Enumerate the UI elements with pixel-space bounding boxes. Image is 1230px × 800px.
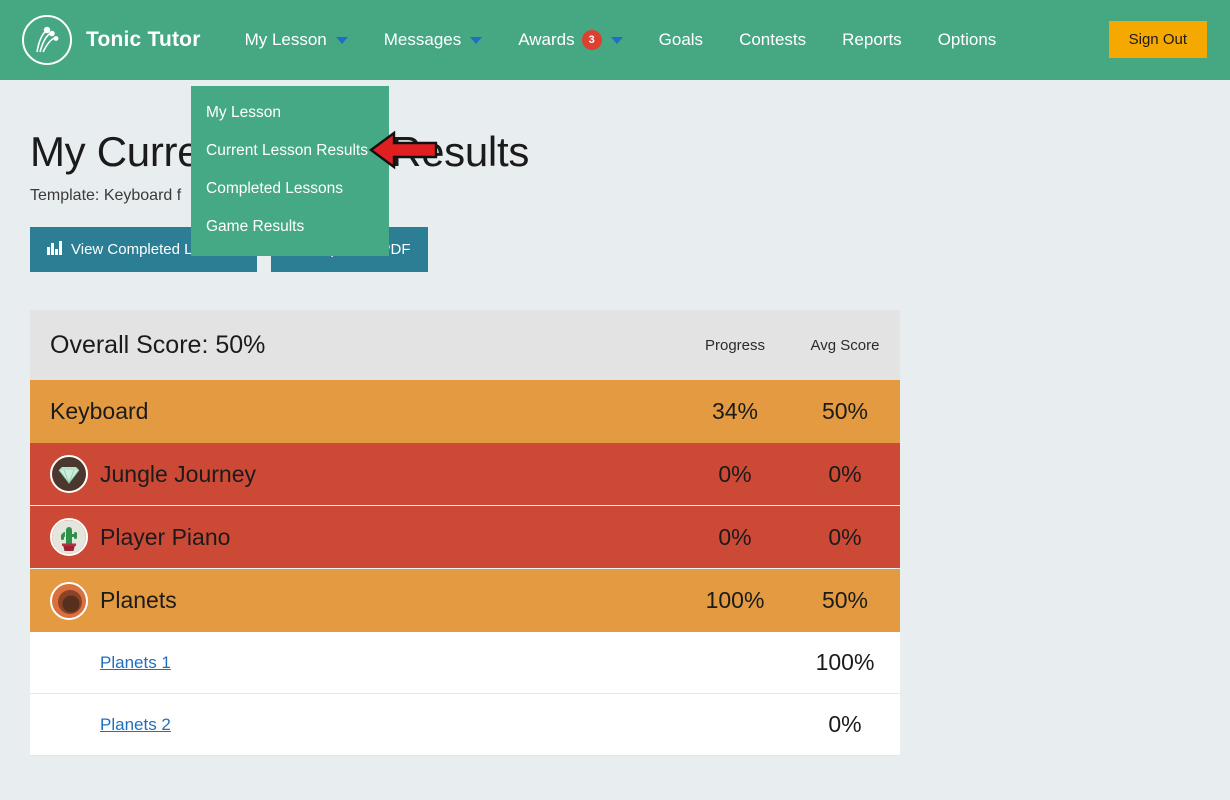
nav-items: My Lesson Messages Awards 3 Goals Contes… [227,0,1015,80]
nav-item-label: Awards [518,0,574,80]
table-row[interactable]: Keyboard 34% 50% [30,380,900,443]
chevron-down-icon [611,37,623,44]
nav-item-label: Reports [842,0,902,80]
avg-score-value: 50% [790,398,900,425]
dropdown-item-current-lesson-results[interactable]: Current Lesson Results [191,132,389,170]
chevron-down-icon [470,37,482,44]
table-row[interactable]: Jungle Journey 0% 0% [30,443,900,506]
game-name: Jungle Journey [100,461,256,488]
table-row[interactable]: Planets 2 0% [30,694,900,756]
progress-value: 0% [680,524,790,551]
avg-score-value: 0% [790,461,900,488]
level-name-cell: Planets 2 [30,715,680,735]
nav-item-messages[interactable]: Messages [366,0,500,80]
dropdown-item-my-lesson[interactable]: My Lesson [191,94,389,132]
awards-count-badge: 3 [582,30,602,50]
level-link[interactable]: Planets 2 [100,715,171,735]
avg-score-value: 50% [790,587,900,614]
progress-value: 100% [680,587,790,614]
avg-score-value: 0% [790,711,900,738]
table-row[interactable]: Planets 100% 50% [30,569,900,632]
nav-item-goals[interactable]: Goals [641,0,721,80]
nav-item-contests[interactable]: Contests [721,0,824,80]
game-name: Player Piano [100,524,230,551]
game-name: Planets [100,587,177,614]
gem-diamond-icon [50,455,88,493]
nav-item-options[interactable]: Options [920,0,1015,80]
sign-out-button[interactable]: Sign Out [1109,21,1207,58]
cactus-icon [50,518,88,556]
game-name-cell: Jungle Journey [50,455,680,493]
results-table-header: Overall Score: 50% Progress Avg Score [30,310,900,380]
tonic-tutor-circle-logo-icon[interactable] [22,15,72,65]
game-name-cell: Planets [50,582,680,620]
progress-value: 0% [680,461,790,488]
dropdown-item-completed-lessons[interactable]: Completed Lessons [191,170,389,208]
overall-score-title: Overall Score: 50% [50,331,680,360]
nav-item-label: My Lesson [245,0,327,80]
nav-item-awards[interactable]: Awards 3 [500,0,640,80]
planet-icon [50,582,88,620]
my-lesson-dropdown-menu: My Lesson Current Lesson Results Complet… [191,86,389,256]
progress-value: 34% [680,398,790,425]
nav-item-label: Contests [739,0,806,80]
brand-name[interactable]: Tonic Tutor [86,28,201,52]
category-name: Keyboard [50,398,680,425]
nav-item-label: Goals [659,0,703,80]
avg-score-column-header: Avg Score [790,337,900,354]
table-row[interactable]: Player Piano 0% 0% [30,506,900,569]
nav-item-reports[interactable]: Reports [824,0,920,80]
level-link[interactable]: Planets 1 [100,653,171,673]
nav-item-label: Options [938,0,997,80]
bar-chart-icon [47,241,62,259]
nav-item-my-lesson[interactable]: My Lesson [227,0,366,80]
nav-item-label: Messages [384,0,461,80]
top-navbar: Tonic Tutor My Lesson Messages Awards 3 … [0,0,1230,80]
table-row[interactable]: Planets 1 100% [30,632,900,694]
chevron-down-icon [336,37,348,44]
results-table: Overall Score: 50% Progress Avg Score Ke… [30,310,900,756]
avg-score-value: 100% [790,649,900,676]
level-name-cell: Planets 1 [30,653,680,673]
progress-column-header: Progress [680,337,790,354]
avg-score-value: 0% [790,524,900,551]
dropdown-item-game-results[interactable]: Game Results [191,208,389,246]
game-name-cell: Player Piano [50,518,680,556]
page-content: My Current Lesson Results Template: Keyb… [0,80,1230,756]
